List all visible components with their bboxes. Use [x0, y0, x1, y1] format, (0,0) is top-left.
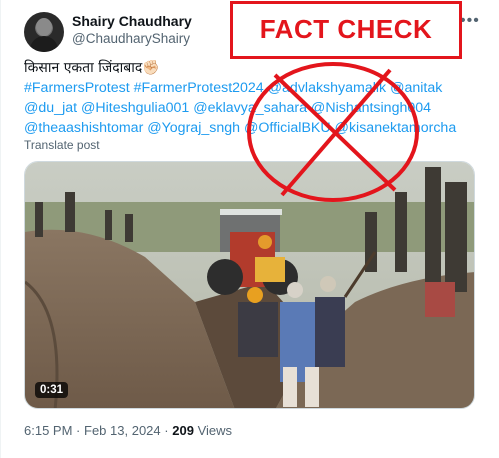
- tweet-time[interactable]: 6:15 PM: [24, 423, 72, 438]
- views-label: Views: [197, 423, 233, 438]
- views-count: 209: [172, 423, 194, 438]
- card-border: [0, 0, 1, 458]
- avatar[interactable]: [24, 12, 64, 52]
- fact-check-stamp: FACT CHECK: [230, 1, 462, 59]
- user-handle[interactable]: @ChaudharyShairy: [72, 31, 190, 46]
- meta-separator: ·: [164, 423, 169, 438]
- tweet-card: Shairy Chaudhary @ChaudharyShairy ••• कि…: [0, 0, 499, 458]
- video-player[interactable]: 0:31: [24, 161, 475, 409]
- translate-post-link[interactable]: Translate post: [24, 138, 100, 152]
- video-thumbnail: [25, 162, 474, 408]
- fact-check-label: FACT CHECK: [259, 14, 433, 44]
- tweet-hashtags-mentions[interactable]: #FarmersProtest #FarmerProtest2024 @advl…: [24, 80, 456, 136]
- tweet-text: किसान एकता जिंदाबाद✊🏻 #FarmersProtest #F…: [24, 58, 474, 138]
- tweet-hindi-text: किसान एकता जिंदाबाद✊🏻: [24, 60, 160, 76]
- tweet-date[interactable]: Feb 13, 2024: [84, 423, 161, 438]
- video-duration: 0:31: [35, 382, 69, 398]
- meta-separator: ·: [76, 423, 81, 438]
- user-name[interactable]: Shairy Chaudhary: [72, 13, 192, 29]
- tweet-meta: 6:15 PM · Feb 13, 2024 · 209 Views: [24, 423, 232, 438]
- more-dots-icon[interactable]: •••: [460, 12, 480, 30]
